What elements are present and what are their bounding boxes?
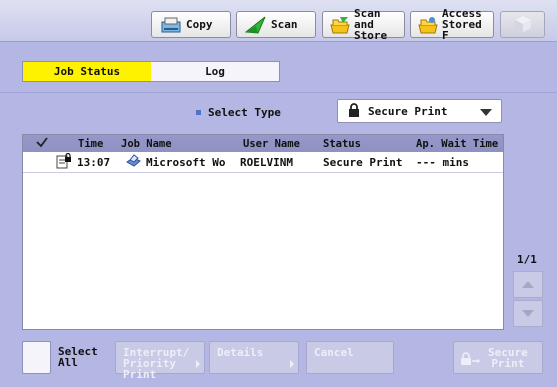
cancel-label: Cancel	[314, 346, 354, 359]
access-line2: Stored F	[442, 18, 482, 42]
chevron-right-icon	[290, 360, 294, 368]
secure-print-button[interactable]: Secure Print	[453, 341, 543, 374]
cancel-button[interactable]: Cancel	[306, 341, 394, 374]
scan-button[interactable]: Scan	[236, 11, 316, 38]
scan-store-line1: Scan and	[354, 7, 381, 31]
select-type-label: Select Type	[196, 106, 281, 119]
column-time[interactable]: Time	[78, 138, 103, 150]
scroll-up-button[interactable]	[513, 271, 543, 298]
interrupt-line2: Priority Print	[123, 357, 176, 381]
check-column-icon[interactable]	[36, 136, 48, 151]
chevron-right-icon	[196, 360, 200, 368]
copy-button[interactable]: Copy	[151, 11, 231, 38]
details-label: Details	[217, 346, 264, 359]
function-bar: Copy Scan Scan and Store Access Stored F	[0, 0, 557, 42]
select-all-checkbox[interactable]	[22, 341, 51, 374]
arrow-down-icon	[522, 310, 534, 317]
column-status[interactable]: Status	[323, 138, 361, 150]
copy-label: Copy	[186, 18, 213, 31]
table-row[interactable]: 13:07 Microsoft Wo ROELVINM Secure Print…	[23, 152, 503, 173]
select-type-text: Select Type	[208, 106, 281, 119]
scan-label: Scan	[271, 18, 298, 31]
row-job-name: Microsoft Wo	[146, 156, 226, 169]
table-header: Time Job Name User Name Status Ap. Wait …	[23, 135, 503, 152]
row-wait-time: --- mins	[416, 156, 469, 169]
extra-function-button[interactable]	[500, 11, 545, 38]
key-lock-icon	[460, 352, 480, 368]
row-status: Secure Print	[323, 156, 403, 169]
access-stored-files-button[interactable]: Access Stored F	[410, 8, 494, 42]
cube-icon	[514, 15, 532, 35]
tab-bar: Job Status Log	[22, 61, 280, 82]
details-button[interactable]: Details	[209, 341, 299, 374]
folder-icon	[417, 16, 439, 34]
divider	[0, 92, 557, 93]
row-user-name: ROELVINM	[240, 156, 293, 169]
secure-line2: Print	[491, 357, 525, 370]
column-job-name[interactable]: Job Name	[121, 138, 172, 150]
dropdown-value: Secure Print	[368, 104, 448, 118]
lock-icon	[348, 102, 360, 120]
scroll-down-button[interactable]	[513, 300, 543, 327]
arrow-up-icon	[522, 281, 534, 288]
job-table: Time Job Name User Name Status Ap. Wait …	[22, 134, 504, 330]
scan-and-store-button[interactable]: Scan and Store	[322, 7, 405, 42]
copy-icon	[160, 16, 182, 34]
scan-store-line2: Store	[354, 29, 388, 42]
column-wait-time[interactable]: Ap. Wait Time	[416, 138, 498, 150]
chevron-down-icon	[480, 109, 492, 116]
job-type-dropdown[interactable]: Secure Print	[337, 99, 502, 123]
tab-log[interactable]: Log	[151, 62, 279, 81]
secure-document-icon	[56, 152, 72, 172]
scan-store-icon	[329, 16, 351, 34]
interrupt-priority-print-button[interactable]: Interrupt/Priority Print	[115, 341, 205, 380]
row-time: 13:07	[77, 156, 111, 169]
bullet-icon	[196, 110, 201, 115]
select-all-label[interactable]: Select All	[58, 346, 98, 368]
print-job-icon	[125, 153, 141, 172]
page-indicator: 1/1	[517, 253, 537, 266]
column-user-name[interactable]: User Name	[243, 138, 300, 150]
scan-icon	[245, 16, 267, 34]
tab-job-status[interactable]: Job Status	[23, 62, 151, 81]
select-all-line2: All	[58, 356, 78, 369]
